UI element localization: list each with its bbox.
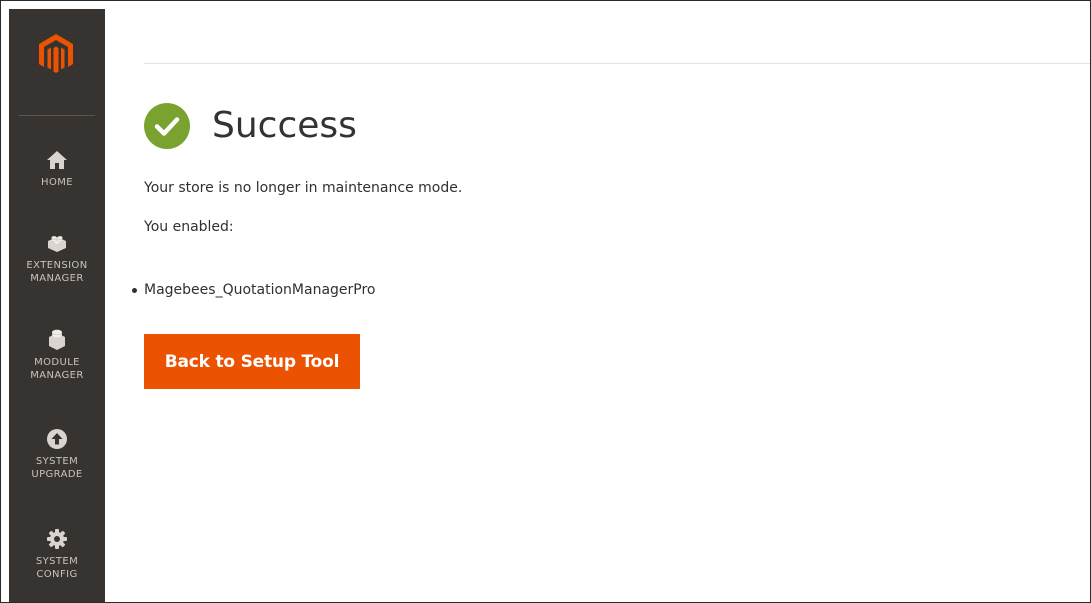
cube-icon (49, 329, 65, 350)
sidebar-item-system-config[interactable]: SYSTEM CONFIG (9, 528, 105, 581)
sidebar-item-module-manager[interactable]: MODULE MANAGER (9, 329, 105, 382)
enabled-label: You enabled: (144, 219, 234, 235)
home-icon (47, 151, 67, 169)
upload-arrow-icon (47, 429, 67, 449)
sidebar: HOME EXTENSION MANAGER MODULE MANAGER SY… (9, 9, 105, 602)
sidebar-item-home[interactable]: HOME (9, 149, 105, 189)
back-to-setup-tool-button[interactable]: Back to Setup Tool (144, 334, 360, 389)
app-window: HOME EXTENSION MANAGER MODULE MANAGER SY… (0, 0, 1091, 603)
page-title-row: Success (144, 103, 357, 149)
sidebar-item-label: SYSTEM UPGRADE (31, 456, 83, 480)
enabled-modules-list: Magebees_QuotationManagerPro (128, 280, 376, 300)
list-item: Magebees_QuotationManagerPro (132, 282, 376, 298)
lego-brick-icon (48, 236, 66, 252)
header-divider (144, 63, 1090, 64)
gear-icon (47, 529, 67, 549)
sidebar-item-system-upgrade[interactable]: SYSTEM UPGRADE (9, 428, 105, 481)
sidebar-item-extension-manager[interactable]: EXTENSION MANAGER (9, 232, 105, 285)
maintenance-message: Your store is no longer in maintenance m… (144, 180, 463, 196)
page-title: Success (212, 105, 357, 146)
sidebar-item-label: SYSTEM CONFIG (35, 556, 79, 580)
magento-logo[interactable] (39, 34, 73, 74)
sidebar-divider (19, 115, 95, 116)
sidebar-item-label: MODULE MANAGER (30, 357, 84, 381)
check-circle-icon (144, 103, 190, 149)
sidebar-item-label: EXTENSION MANAGER (26, 260, 88, 284)
sidebar-item-label: HOME (41, 177, 73, 188)
